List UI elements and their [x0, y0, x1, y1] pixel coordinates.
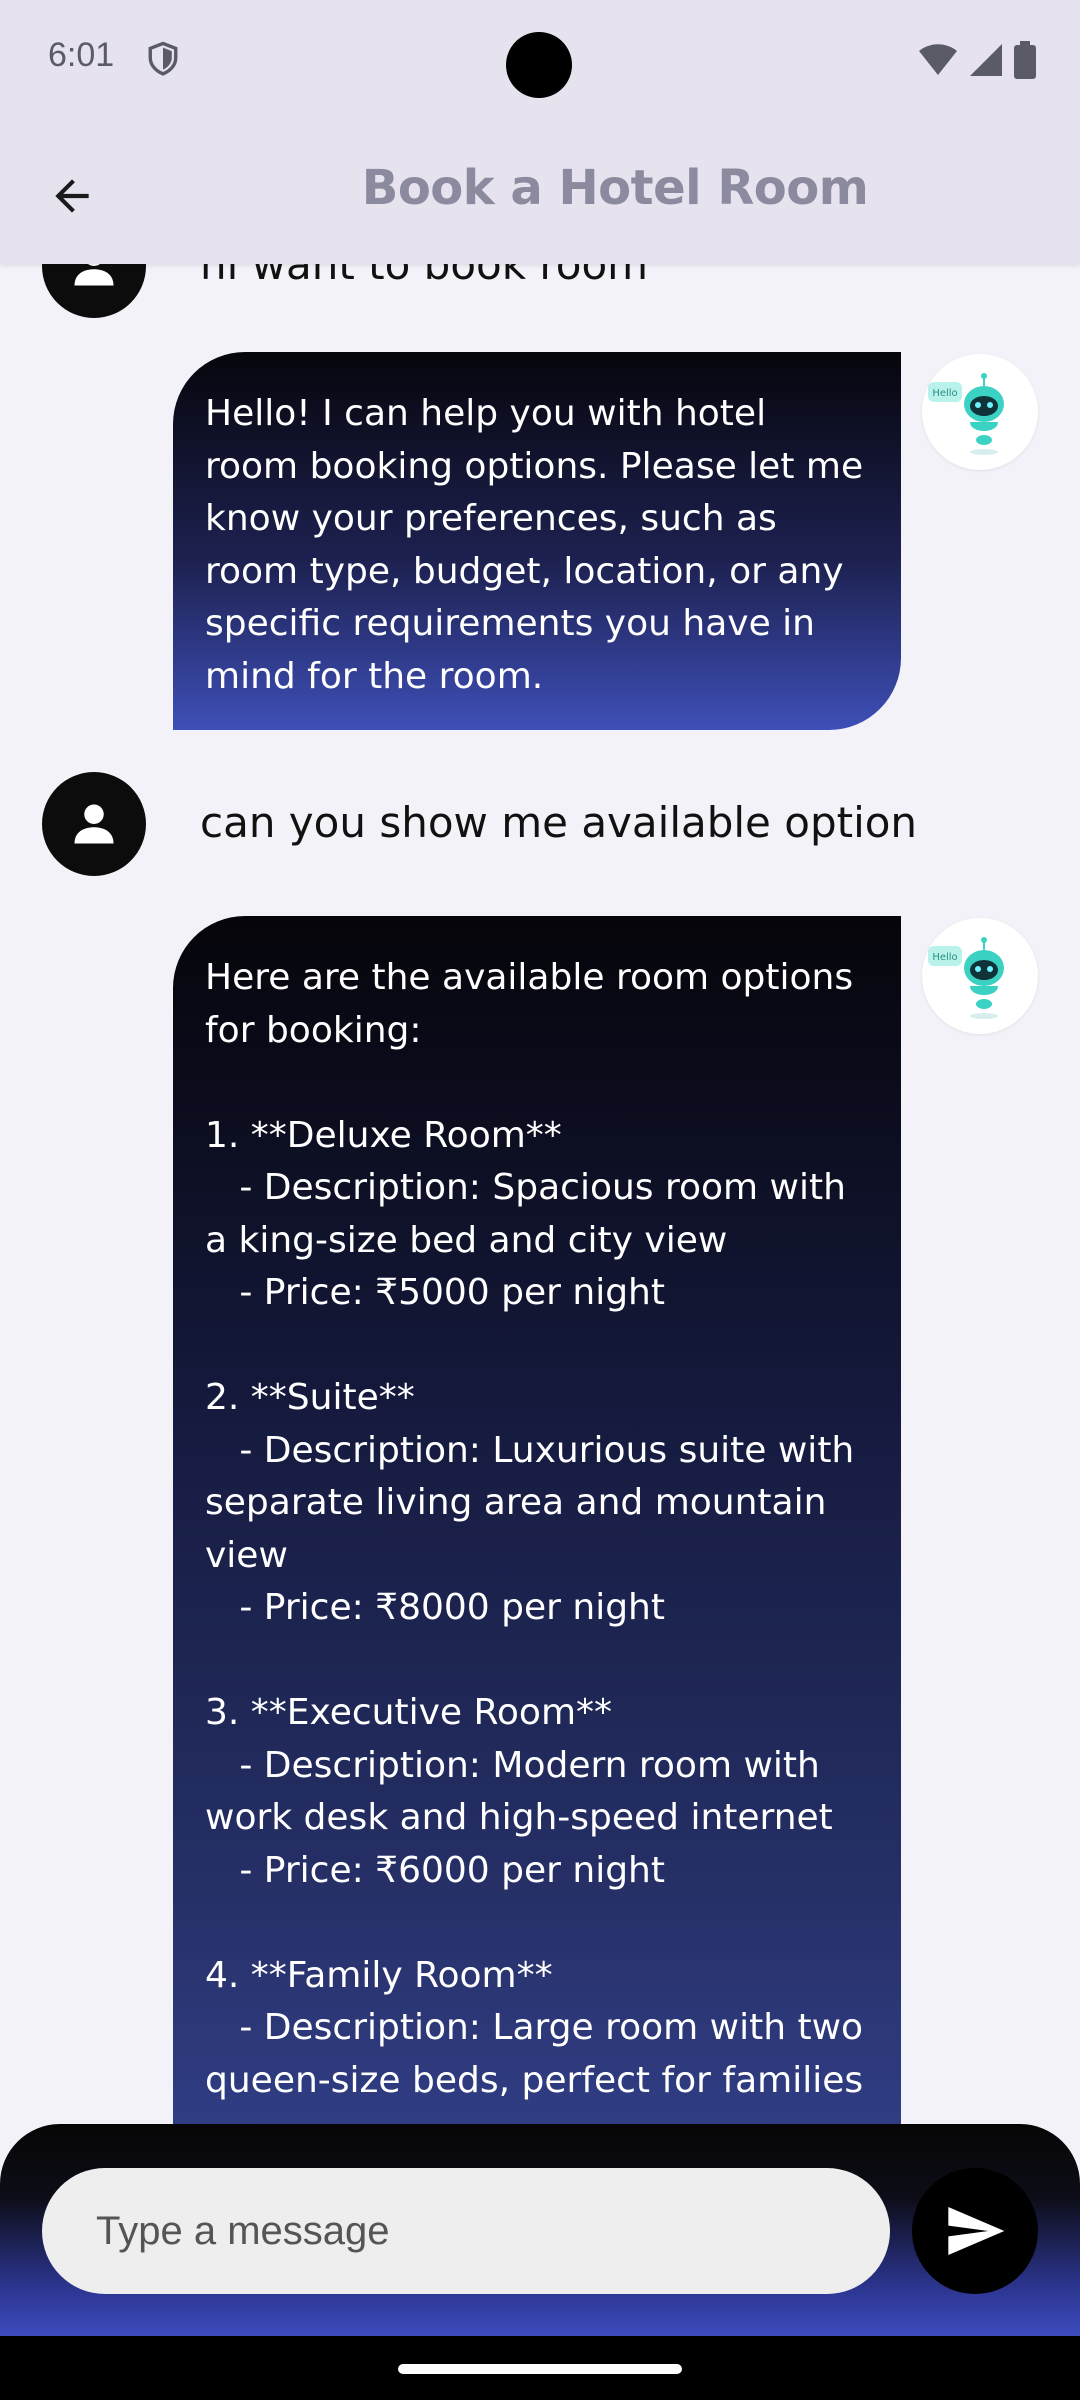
message-input[interactable]	[42, 2168, 890, 2294]
status-bar: 6:01	[0, 0, 1080, 122]
send-button[interactable]	[912, 2168, 1038, 2294]
user-message-text: can you show me available option	[200, 798, 918, 847]
chat-list[interactable]: hi want to book room Hello! I can help y…	[0, 264, 1080, 2124]
person-icon	[74, 804, 114, 844]
wifi-icon	[919, 44, 957, 75]
user-avatar	[42, 264, 146, 318]
robot-icon: Hello	[928, 373, 1004, 455]
page-title: Book a Hotel Room	[361, 160, 869, 216]
shield-icon	[148, 41, 178, 76]
bot-avatar: Hello	[922, 918, 1038, 1034]
user-message: hi want to book room	[0, 264, 1080, 324]
user-avatar	[42, 772, 146, 876]
status-time: 6:01	[48, 36, 115, 74]
status-icons	[918, 40, 1036, 80]
battery-icon	[1014, 41, 1036, 79]
bot-badge: Hello	[932, 952, 957, 963]
user-message-text: hi want to book room	[200, 264, 649, 289]
bot-avatar: Hello	[922, 354, 1038, 470]
bot-badge: Hello	[932, 388, 957, 399]
message-composer	[0, 2124, 1080, 2336]
home-indicator[interactable]	[398, 2364, 682, 2374]
bot-message-bubble: Here are the available room options for …	[173, 916, 901, 2124]
bot-message-bubble: Hello! I can help you with hotel room bo…	[173, 352, 901, 730]
robot-icon: Hello	[928, 937, 1004, 1019]
app-bar: Book a Hotel Room	[0, 122, 1080, 264]
person-icon	[74, 264, 114, 286]
camera-cutout	[506, 32, 572, 98]
signal-icon	[970, 44, 1002, 76]
user-message: can you show me available option	[0, 772, 1080, 882]
send-icon	[948, 2207, 1005, 2255]
system-nav-bar	[0, 2336, 1080, 2400]
